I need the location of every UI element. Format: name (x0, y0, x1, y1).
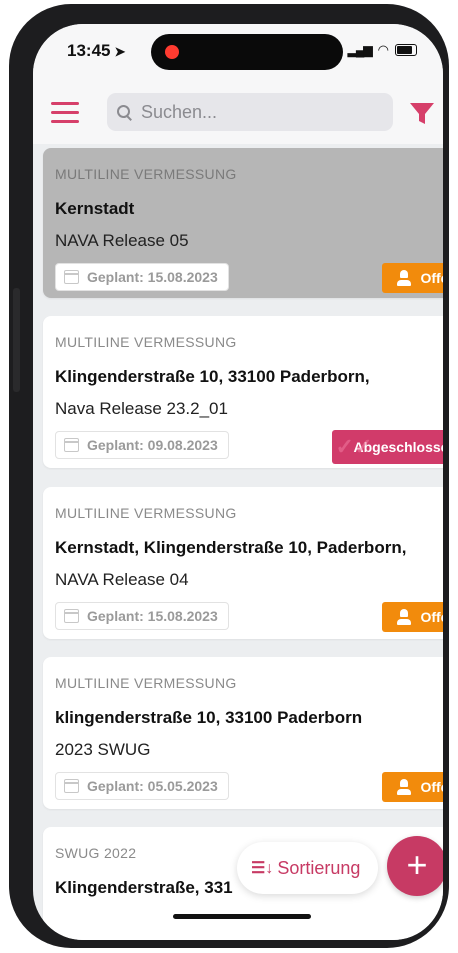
calendar-icon (64, 270, 79, 284)
planned-date: Geplant: 09.08.2023 (55, 431, 229, 459)
item-title: Klingenderstraße, 331 (55, 878, 233, 897)
battery-icon (395, 44, 417, 56)
item-subtitle: NAVA Release 05 (55, 231, 189, 250)
item-subtitle: 2023 SWUG (55, 740, 151, 759)
list-item[interactable]: MULTILINE VERMESSUNG Klingenderstraße 10… (43, 316, 443, 468)
status-text: Offen (420, 609, 443, 625)
planned-date: Geplant: 15.08.2023 (55, 263, 229, 291)
planned-date-text: Geplant: 09.08.2023 (87, 437, 218, 453)
signal-icon: ▂▄▆ (347, 43, 373, 57)
status-badge: Offen (382, 772, 443, 802)
sort-button-label: Sortierung (277, 857, 361, 878)
recording-dot-icon (165, 45, 179, 59)
status-bar: 13:45 ➤ ▂▄▆ ◠ (33, 24, 443, 82)
search-icon (117, 105, 131, 119)
double-check-icon: ✓✓ (335, 434, 373, 459)
search-field[interactable] (107, 93, 393, 131)
wifi-icon: ◠ (377, 42, 389, 57)
status-badge: ✓✓ Abgeschlossen (331, 430, 443, 464)
item-title: klingenderstraße 10, 33100 Paderborn (55, 708, 363, 727)
item-type: MULTILINE VERMESSUNG (55, 675, 237, 691)
menu-icon[interactable] (51, 102, 79, 124)
item-type: MULTILINE VERMESSUNG (55, 166, 237, 182)
status-icons: ▂▄▆ ◠ (348, 42, 417, 58)
filter-icon[interactable] (409, 102, 435, 126)
calendar-icon (64, 609, 79, 623)
calendar-icon (64, 779, 79, 793)
planned-date-text: Geplant: 15.08.2023 (87, 269, 218, 285)
item-subtitle: NAVA Release 04 (55, 570, 189, 589)
location-arrow-icon: ➤ (114, 44, 126, 59)
worker-icon (396, 269, 412, 287)
list-item[interactable]: MULTILINE VERMESSUNG Kernstadt, Klingend… (43, 487, 443, 639)
search-input[interactable] (139, 100, 373, 124)
planned-date-text: Geplant: 05.05.2023 (87, 778, 218, 794)
top-bar (33, 82, 443, 144)
worker-icon (396, 608, 412, 626)
item-title: Kernstadt, Klingenderstraße 10, Paderbor… (55, 538, 407, 557)
list-item[interactable]: MULTILINE VERMESSUNG Kernstadt NAVA Rele… (43, 148, 443, 298)
planned-date-text: Geplant: 15.08.2023 (87, 608, 218, 624)
add-button[interactable]: + (387, 836, 443, 896)
item-type: SWUG 2022 (55, 845, 137, 861)
planned-date: Geplant: 15.08.2023 (55, 602, 229, 630)
status-text: Offen (420, 270, 443, 286)
status-badge: Offen (382, 602, 443, 632)
worker-icon (396, 778, 412, 796)
sort-button[interactable]: ☰↓ Sortierung (237, 842, 379, 894)
status-badge: Offen (382, 263, 443, 293)
item-title: Kernstadt (55, 199, 135, 218)
status-text: Offen (420, 779, 443, 795)
side-button (13, 288, 20, 392)
phone-frame: 13:45➤ ▂▄▆ ◠ MULTILINE VERMESSUNG (9, 4, 449, 948)
dynamic-island (151, 34, 343, 70)
app-screen: 13:45➤ ▂▄▆ ◠ MULTILINE VERMESSUNG (33, 24, 443, 940)
home-indicator[interactable] (173, 914, 311, 919)
item-type: MULTILINE VERMESSUNG (55, 334, 237, 350)
list-item[interactable]: MULTILINE VERMESSUNG klingenderstraße 10… (43, 657, 443, 809)
item-subtitle: Nava Release 23.2_01 (55, 399, 228, 418)
clock: 13:45 ➤ (67, 41, 126, 60)
calendar-icon (64, 438, 79, 452)
item-type: MULTILINE VERMESSUNG (55, 505, 237, 521)
sort-icon: ☰↓ (251, 860, 274, 877)
planned-date: Geplant: 05.05.2023 (55, 772, 229, 800)
item-title: Klingenderstraße 10, 33100 Paderborn, (55, 367, 370, 386)
